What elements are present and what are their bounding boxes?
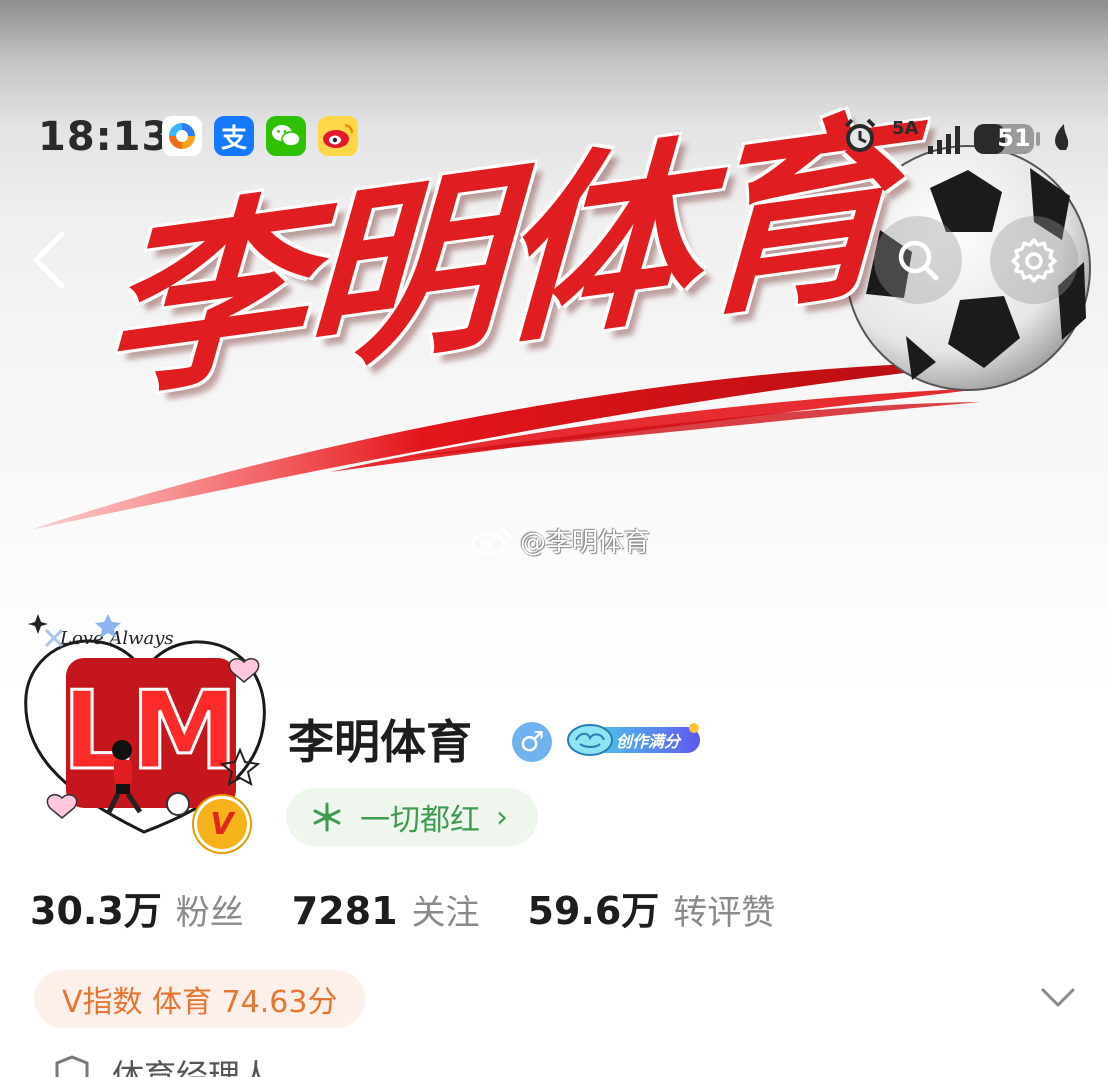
banner-watermark: @李明体育 [470, 522, 650, 558]
settings-button[interactable] [990, 216, 1078, 304]
battery-level: 51 [997, 124, 1031, 152]
back-button[interactable] [28, 228, 68, 292]
watermark-text: @李明体育 [520, 527, 651, 558]
creator-badge[interactable]: 创作满分 [566, 722, 704, 758]
chevron-down-icon[interactable] [1040, 986, 1076, 1010]
gear-icon [1011, 238, 1057, 283]
stat-value: 59.6万 [527, 889, 660, 933]
creator-badge-label: 创作满分 [616, 732, 681, 751]
stats-row: 30.3万 粉丝 7281 关注 59.6万 转评赞 [30, 880, 775, 940]
avatar[interactable]: LM Love Always V [18, 600, 270, 852]
verified-mark: V [210, 806, 234, 842]
stat-label: 关注 [411, 893, 480, 933]
gender-male-icon: ♂ [512, 722, 552, 762]
alarm-icon [844, 118, 876, 152]
tag-text: 一切都红 [360, 803, 480, 838]
sparkle-icon [313, 802, 341, 832]
avatar-caption: Love Always [59, 628, 174, 649]
stat-label: 转评赞 [673, 893, 776, 933]
profile-banner: 李明体育 @李明体育 [0, 0, 1108, 700]
v-index-chip[interactable]: V指数 体育 74.63分 [34, 970, 366, 1028]
weibo-watermark-icon [470, 528, 512, 556]
certification-row: 体育经理人 [52, 1054, 272, 1077]
alipay-icon: 支 [214, 116, 254, 156]
v-index-text: V指数 体育 74.63分 [62, 985, 338, 1020]
shield-icon [55, 1055, 89, 1077]
wechat-icon [266, 116, 306, 156]
search-icon [898, 240, 939, 281]
verified-badge: V [194, 796, 250, 852]
browser-app-icon [162, 116, 202, 156]
stat-value: 30.3万 [30, 889, 162, 933]
search-button[interactable] [874, 216, 962, 304]
tag-chip[interactable]: 一切都红 › [286, 788, 538, 846]
chevron-right-icon: › [496, 799, 508, 835]
avatar-monogram: LM [62, 669, 238, 794]
status-time: 18:13 [38, 114, 171, 160]
power-saving-icon [1055, 124, 1069, 150]
network-label: 5A [892, 118, 919, 139]
signal-icon [928, 126, 960, 154]
stat-value: 7281 [291, 889, 398, 933]
certification-text: 体育经理人 [112, 1057, 273, 1077]
chevron-left-icon [33, 231, 65, 289]
stat-label: 粉丝 [175, 893, 244, 933]
weibo-icon [318, 116, 358, 156]
stat-engagement[interactable]: 59.6万 转评赞 [528, 880, 776, 935]
stat-followers[interactable]: 30.3万 粉丝 [30, 880, 244, 935]
gender-symbol: ♂ [519, 725, 545, 758]
profile-screen: 李明体育 @李明体育 18:13 支 5A 51 LM Love Always … [0, 0, 1108, 1077]
profile-name: 李明体育 [288, 715, 472, 769]
stat-following[interactable]: 7281 关注 [292, 885, 480, 934]
